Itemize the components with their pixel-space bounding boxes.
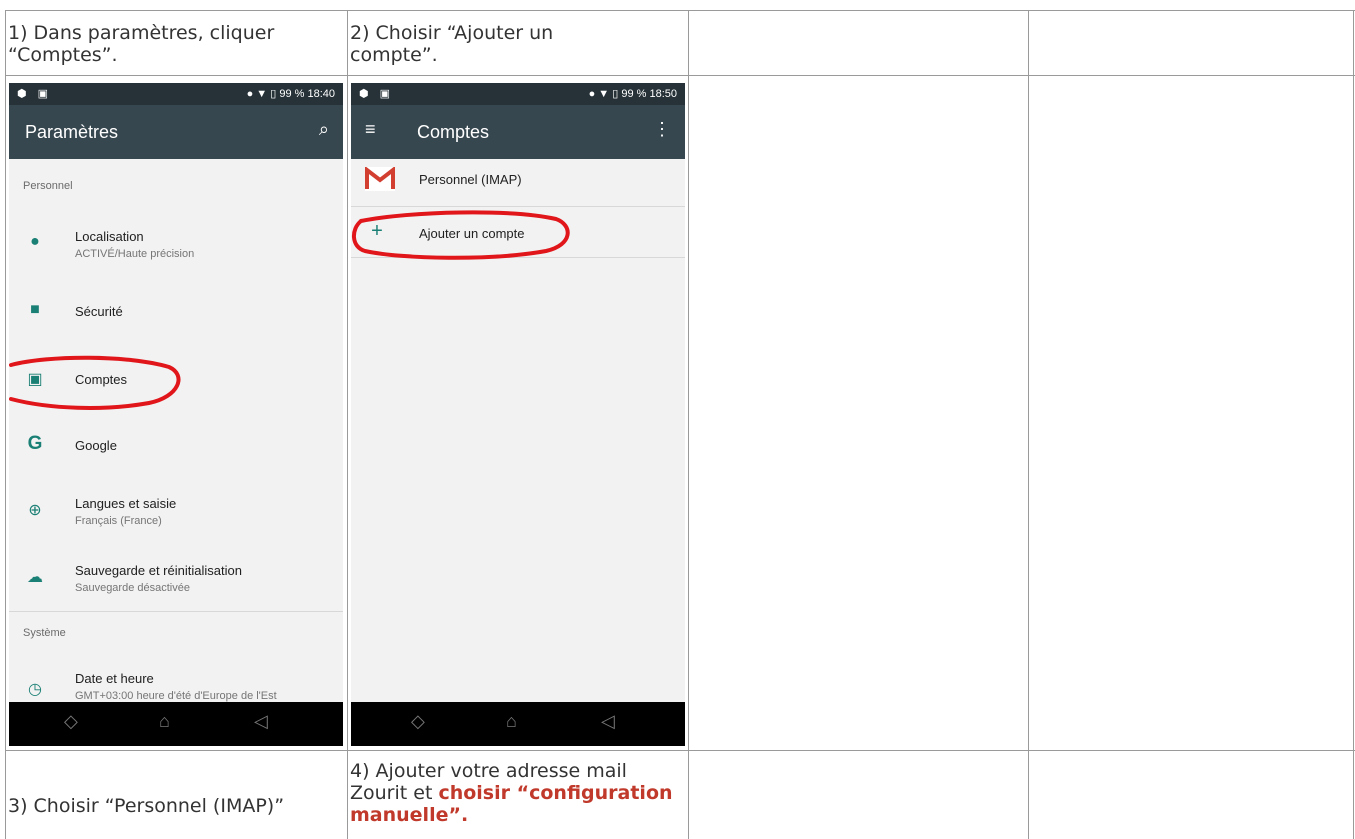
- back-icon[interactable]: ◁: [254, 711, 268, 732]
- menu-icon[interactable]: ≡: [365, 119, 376, 140]
- table-border: [5, 10, 6, 839]
- item-subtitle: Français (France): [75, 515, 162, 527]
- google-icon: G: [27, 433, 43, 454]
- plus-icon: +: [371, 220, 383, 242]
- app-bar-title: Paramètres: [25, 122, 119, 142]
- table-border: [688, 10, 689, 839]
- section-divider: [9, 611, 343, 612]
- table-border: [1028, 10, 1029, 839]
- account-box-icon: ▣: [27, 371, 43, 388]
- step-2-text: 2) Choisir “Ajouter un compte”.: [350, 22, 554, 66]
- status-icons-left: ⬢ ▣: [359, 88, 395, 100]
- location-pin-icon: ●: [30, 233, 40, 250]
- table-border: [1353, 10, 1354, 839]
- status-bar: ⬢ ▣ ● ▼ ▯ 99 % 18:40: [9, 83, 343, 105]
- item-subtitle: GMT+03:00 heure d'été d'Europe de l'Est: [75, 690, 277, 702]
- home-icon[interactable]: ⌂: [506, 711, 517, 732]
- status-time: ● ▼ ▯ 99 % 18:50: [588, 88, 677, 100]
- clock-icon: ◷: [28, 681, 42, 698]
- account-label: Personnel (IMAP): [419, 172, 522, 187]
- item-title: Localisation: [75, 229, 144, 244]
- item-title: Langues et saisie: [75, 496, 177, 511]
- item-title: Comptes: [75, 372, 128, 387]
- table-border: [5, 10, 1355, 11]
- add-account-button[interactable]: + Ajouter un compte: [351, 217, 685, 257]
- item-title: Sécurité: [75, 304, 123, 319]
- recents-icon[interactable]: ◇: [64, 711, 78, 732]
- item-divider: [351, 257, 685, 258]
- more-options-icon[interactable]: ⋮: [653, 119, 671, 140]
- settings-item-date-heure[interactable]: ◷ Date et heure GMT+03:00 heure d'été d'…: [9, 667, 343, 707]
- status-time: ● ▼ ▯ 99 % 18:40: [246, 88, 335, 100]
- settings-item-sauvegarde[interactable]: ☁ Sauvegarde et réinitialisation Sauvega…: [9, 557, 343, 607]
- settings-item-google[interactable]: G Google: [9, 429, 343, 469]
- search-icon[interactable]: ⌕: [319, 119, 329, 140]
- app-bar-title: Comptes: [417, 122, 490, 142]
- item-subtitle: Sauvegarde désactivée: [75, 582, 190, 594]
- item-divider: [351, 206, 685, 207]
- settings-screenshot: ⬢ ▣ ● ▼ ▯ 99 % 18:40 Paramètres ⌕ Person…: [9, 83, 343, 746]
- step-3-text: 3) Choisir “Personnel (IMAP)”: [8, 795, 285, 817]
- accounts-screenshot: ⬢ ▣ ● ▼ ▯ 99 % 18:50 ≡ Comptes ⋮ Personn…: [351, 83, 685, 746]
- settings-item-comptes[interactable]: ▣ Comptes: [9, 363, 343, 403]
- status-bar: ⬢ ▣ ● ▼ ▯ 99 % 18:50: [351, 83, 685, 105]
- globe-icon: ⊕: [28, 502, 42, 519]
- back-icon[interactable]: ◁: [601, 711, 615, 732]
- gmail-icon: [365, 167, 395, 191]
- nav-bar: ◇ ⌂ ◁: [9, 702, 343, 746]
- status-icons-left: ⬢ ▣: [17, 88, 53, 100]
- recents-icon[interactable]: ◇: [411, 711, 425, 732]
- step-4-text: 4) Ajouter votre adresse mail Zourit et …: [350, 760, 685, 826]
- home-icon[interactable]: ⌂: [159, 711, 170, 732]
- lock-icon: ■: [30, 301, 40, 318]
- table-border: [5, 750, 1355, 751]
- item-title: Google: [75, 438, 117, 453]
- settings-item-localisation[interactable]: ● Localisation ACTIVÉ/Haute précision: [9, 223, 343, 273]
- section-system: Système: [23, 627, 66, 639]
- account-item-personnel[interactable]: Personnel (IMAP): [351, 163, 685, 207]
- app-bar: Paramètres ⌕: [9, 105, 343, 159]
- table-border: [5, 75, 1355, 76]
- app-bar: ≡ Comptes ⋮: [351, 105, 685, 159]
- step-1-text: 1) Dans paramètres, cliquer “Comptes”.: [8, 22, 275, 66]
- item-subtitle: ACTIVÉ/Haute précision: [75, 248, 195, 260]
- settings-item-langues[interactable]: ⊕ Langues et saisie Français (France): [9, 490, 343, 540]
- settings-item-securite[interactable]: ■ Sécurité: [9, 295, 343, 335]
- nav-bar: ◇ ⌂ ◁: [351, 702, 685, 746]
- add-account-label: Ajouter un compte: [419, 226, 525, 241]
- table-border: [347, 10, 348, 839]
- item-title: Sauvegarde et réinitialisation: [75, 563, 242, 578]
- item-title: Date et heure: [75, 671, 154, 686]
- cloud-upload-icon: ☁: [27, 569, 43, 586]
- section-personal: Personnel: [23, 180, 73, 192]
